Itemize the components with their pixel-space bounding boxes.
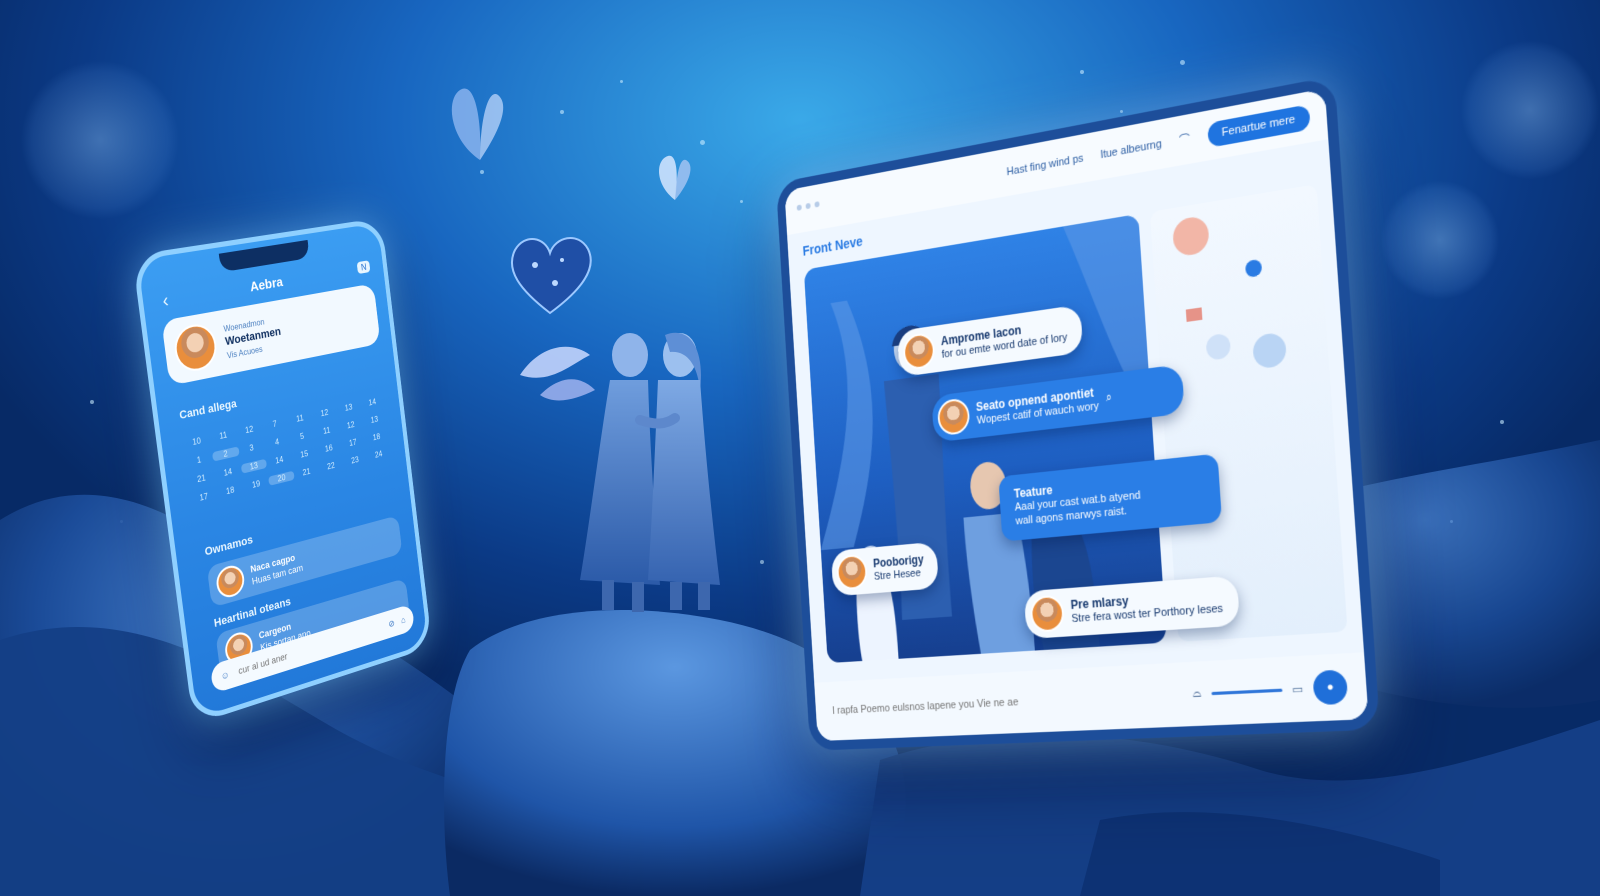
calendar-day[interactable]: 1: [185, 452, 213, 467]
calendar-day[interactable]: 15: [291, 446, 317, 461]
calendar-label: Cand allega: [178, 397, 238, 423]
page-title: Front Neve: [802, 233, 864, 259]
avatar: [902, 331, 936, 371]
calendar-day[interactable]: 18: [364, 430, 388, 444]
calendar-day[interactable]: 3: [238, 440, 265, 455]
calendar-day[interactable]: 5: [289, 429, 315, 444]
butterfly-icon: [451, 88, 504, 160]
user-profile-button[interactable]: ●: [1312, 669, 1349, 706]
calendar-day[interactable]: 12: [338, 418, 363, 432]
calendar-day[interactable]: 13: [240, 458, 268, 474]
window-controls: [796, 201, 820, 211]
phone-badge[interactable]: N: [357, 260, 371, 274]
nav-item[interactable]: Itue albeurng: [1100, 138, 1162, 161]
avatar: [936, 397, 971, 437]
calendar-day[interactable]: 4: [264, 434, 290, 449]
send-icon[interactable]: ⌂: [400, 615, 405, 626]
calendar-day[interactable]: 21: [187, 470, 215, 486]
calendar-day[interactable]: 23: [342, 453, 367, 468]
wifi-icon: ⌒: [1178, 133, 1191, 148]
back-arrow-icon[interactable]: ‹: [161, 289, 170, 312]
panel-decoration: [1171, 214, 1288, 370]
user-icon: ●: [1326, 680, 1335, 694]
search-icon[interactable]: ⌕: [1105, 390, 1112, 405]
calendar-day[interactable]: 13: [336, 400, 361, 414]
butterfly-icon: [658, 155, 691, 200]
calendar-day[interactable]: 19: [243, 476, 270, 491]
calendar-day[interactable]: 20: [268, 470, 295, 486]
calendar-day[interactable]: 11: [287, 411, 313, 425]
calendar-day[interactable]: 7: [261, 416, 287, 431]
attach-icon[interactable]: ⊘: [388, 617, 395, 629]
couple-figurine: [580, 332, 720, 612]
calendar-day[interactable]: 22: [318, 458, 343, 473]
nav-item[interactable]: Hast fing wind ps: [1006, 152, 1083, 178]
tablet-footer: ⌓ ▭ ●: [814, 652, 1369, 742]
calendar-day[interactable]: 12: [312, 405, 337, 419]
chat-bubble[interactable]: Pooborigy Stre Hesee: [830, 541, 940, 597]
conversations-label: Ownamos: [204, 533, 254, 559]
bubble-text: Stre Hesee: [873, 567, 922, 583]
calendar-day[interactable]: 21: [294, 464, 320, 479]
calendar-day[interactable]: 17: [190, 489, 218, 505]
calendar-day[interactable]: 11: [209, 428, 236, 443]
calendar-day[interactable]: 17: [340, 435, 365, 449]
calendar-day[interactable]: 12: [236, 422, 263, 437]
phone-title: Aebra: [249, 273, 284, 295]
calendar-day[interactable]: 18: [216, 482, 243, 498]
avatar: [172, 321, 220, 375]
calendar-day[interactable]: 11: [314, 423, 339, 437]
scene: ‹ Aebra N Woenadmon Woetanmen Vis Acuoes…: [0, 0, 1600, 896]
avatar: [1029, 594, 1065, 633]
calendar-day[interactable]: 2: [211, 445, 240, 462]
car-icon[interactable]: ⌓: [1192, 687, 1201, 701]
emoji-icon[interactable]: ☺: [220, 669, 230, 682]
calendar-day[interactable]: 14: [266, 452, 292, 467]
calendar-day[interactable]: 24: [366, 447, 390, 461]
battery-icon: ▭: [1291, 682, 1304, 697]
tablet-device: Hast fing wind ps Itue albeurng ⌒ Fenart…: [775, 74, 1392, 760]
avatar: [214, 562, 246, 601]
avatar: [836, 553, 868, 591]
calendar-day[interactable]: 16: [316, 441, 341, 456]
tablet-screen: Hast fing wind ps Itue albeurng ⌒ Fenart…: [775, 75, 1381, 751]
primary-nav-button[interactable]: Fenartue mere: [1207, 104, 1311, 148]
calendar-day[interactable]: 14: [214, 464, 241, 479]
calendar-day[interactable]: 10: [183, 433, 211, 448]
side-panel: [1149, 184, 1348, 642]
calendar-day[interactable]: 13: [362, 412, 386, 426]
calendar-day[interactable]: 14: [360, 395, 385, 409]
compose-input[interactable]: [830, 686, 1194, 718]
volume-slider[interactable]: [1210, 688, 1283, 695]
